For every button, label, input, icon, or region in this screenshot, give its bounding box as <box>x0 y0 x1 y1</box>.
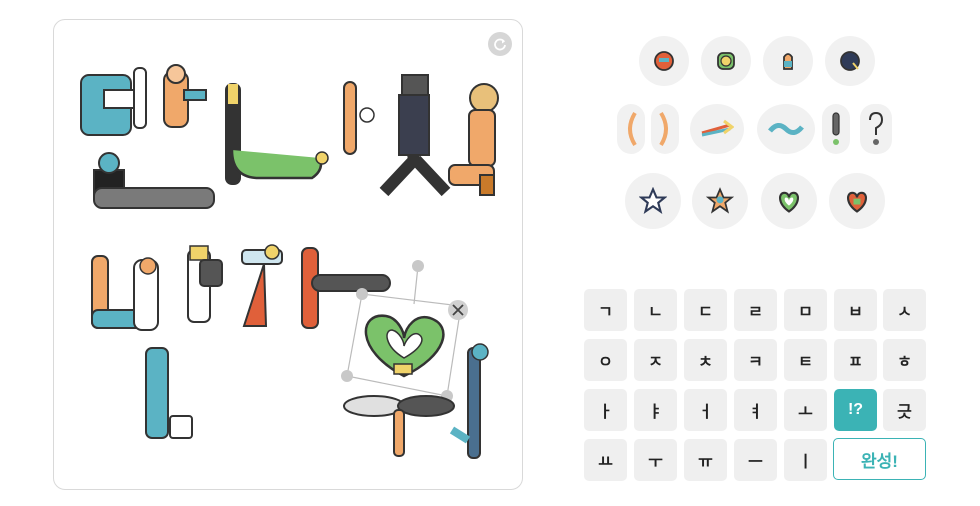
orange-hand-icon[interactable] <box>763 36 813 86</box>
drawing-canvas[interactable] <box>53 19 523 490</box>
exclamation-icon[interactable] <box>822 104 850 154</box>
letter-mun[interactable] <box>80 64 215 209</box>
hangul-keyboard: ㄱ ㄴ ㄷ ㄹ ㅁ ㅂ ㅅ ㅇ ㅈ ㅊ ㅋ ㅌ ㅍ ㅎ ㅏ ㅑ ㅓ ㅕ ㅗ !?… <box>584 289 926 481</box>
key-bieup[interactable]: ㅂ <box>834 289 877 331</box>
letter-n[interactable] <box>225 83 329 185</box>
right-paren-icon[interactable] <box>651 104 679 154</box>
close-icon[interactable] <box>448 300 468 320</box>
key-yo[interactable]: ㅛ <box>584 439 627 481</box>
arrow-icon[interactable] <box>690 104 744 154</box>
green-heart-icon[interactable] <box>761 173 817 229</box>
key-o[interactable]: ㅗ <box>784 389 827 431</box>
character-letters <box>80 64 499 459</box>
tilde-icon[interactable] <box>757 104 815 154</box>
key-u[interactable]: ㅜ <box>634 439 677 481</box>
red-heart-icon[interactable] <box>829 173 885 229</box>
key-a[interactable]: ㅏ <box>584 389 627 431</box>
key-mieum[interactable]: ㅁ <box>784 289 827 331</box>
red-face-icon[interactable] <box>639 36 689 86</box>
key-giyeok[interactable]: ㄱ <box>584 289 627 331</box>
key-hieut[interactable]: ㅎ <box>883 339 926 381</box>
key-yeo[interactable]: ㅕ <box>734 389 777 431</box>
key-yu[interactable]: ㅠ <box>684 439 727 481</box>
key-rieul[interactable]: ㄹ <box>734 289 777 331</box>
key-eo[interactable]: ㅓ <box>684 389 727 431</box>
letter-na[interactable] <box>91 255 159 331</box>
navy-hair-icon[interactable] <box>825 36 875 86</box>
key-kieuk[interactable]: ㅋ <box>734 339 777 381</box>
key-ya[interactable]: ㅑ <box>634 389 677 431</box>
question-icon[interactable] <box>860 104 892 154</box>
key-punctuation[interactable]: !? <box>834 389 877 431</box>
key-chieut[interactable]: ㅊ <box>684 339 727 381</box>
star-figure-icon[interactable] <box>692 173 748 229</box>
key-digeut[interactable]: ㄷ <box>684 289 727 331</box>
key-eu[interactable]: ㅡ <box>734 439 777 481</box>
letter-i-figure[interactable] <box>343 81 375 155</box>
letter-yeo[interactable] <box>187 245 223 323</box>
green-face-icon[interactable] <box>701 36 751 86</box>
key-i[interactable]: ㅣ <box>784 439 827 481</box>
letter-si[interactable] <box>379 74 499 197</box>
key-nieun[interactable]: ㄴ <box>634 289 677 331</box>
key-ieung[interactable]: ㅇ <box>584 339 627 381</box>
key-jieut[interactable]: ㅈ <box>634 339 677 381</box>
left-paren-icon[interactable] <box>617 104 645 154</box>
key-pieup[interactable]: ㅍ <box>834 339 877 381</box>
key-geut[interactable]: 긋 <box>883 389 926 431</box>
key-siot[interactable]: ㅅ <box>883 289 926 331</box>
letter-i-long[interactable] <box>145 347 193 439</box>
key-tieut[interactable]: ㅌ <box>784 339 827 381</box>
star-outline-icon[interactable] <box>625 173 681 229</box>
letter-ga[interactable] <box>241 244 391 329</box>
done-button[interactable]: 완성! <box>833 438 926 480</box>
